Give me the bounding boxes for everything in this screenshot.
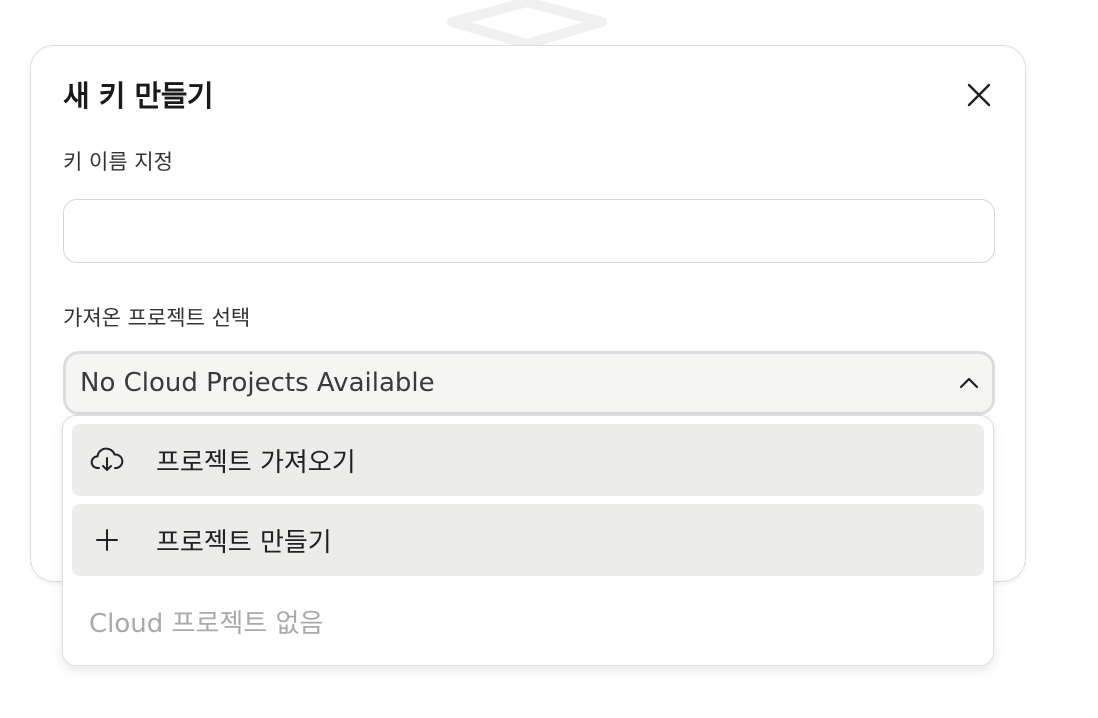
project-select-label: 가져온 프로젝트 선택 (63, 306, 251, 330)
no-cloud-projects-text: Cloud 프로젝트 없음 (89, 609, 324, 639)
page: 새 키 만들기 키 이름 지정 가져온 프로젝트 선택 No Cloud Pro… (0, 0, 1098, 718)
menu-item-import-project[interactable]: 프로젝트 가져오기 (72, 424, 984, 496)
project-select[interactable]: No Cloud Projects Available (63, 351, 995, 415)
plus-icon (74, 528, 140, 552)
key-name-label: 키 이름 지정 (63, 150, 173, 174)
project-select-value: No Cloud Projects Available (80, 368, 435, 398)
close-button[interactable] (959, 75, 999, 115)
menu-item-label: 프로젝트 가져오기 (156, 447, 356, 478)
dialog-title: 새 키 만들기 (63, 79, 214, 113)
menu-item-create-project[interactable]: 프로젝트 만들기 (72, 504, 984, 576)
chevron-up-icon (958, 376, 980, 390)
close-icon (967, 83, 991, 107)
project-dropdown-menu: 프로젝트 가져오기 프로젝트 만들기 Cloud 프로젝트 없음 (62, 415, 994, 666)
menu-item-label: 프로젝트 만들기 (156, 527, 332, 558)
background-logo-shape (447, 0, 607, 48)
cloud-download-icon (74, 447, 140, 473)
key-name-input[interactable] (63, 199, 995, 263)
